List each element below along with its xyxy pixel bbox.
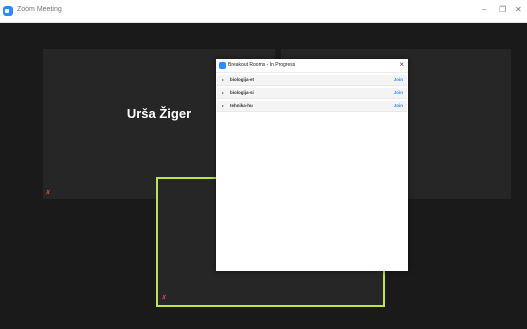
maximize-button[interactable]: ❐: [499, 5, 506, 15]
join-room-button[interactable]: Join: [394, 77, 403, 83]
expand-chevron-icon[interactable]: ▸: [222, 90, 224, 96]
dialog-title: Breakout Rooms - In Progress: [228, 62, 296, 68]
join-room-button[interactable]: Join: [394, 103, 403, 109]
expand-chevron-icon[interactable]: ▸: [222, 103, 224, 109]
join-room-button[interactable]: Join: [394, 90, 403, 96]
breakout-room-row[interactable]: ▸ biologija-si Join: [217, 88, 407, 99]
room-name: biologija-et: [230, 77, 254, 82]
mic-muted-icon: 𝑥: [46, 189, 50, 196]
room-name: tehnika-hu: [230, 103, 253, 108]
zoom-app-icon: [219, 62, 226, 69]
window-titlebar: Zoom Meeting – ❐ ✕: [0, 0, 527, 23]
room-name: biologija-si: [230, 90, 254, 95]
breakout-rooms-dialog: Breakout Rooms - In Progress × ▸ biologi…: [216, 59, 408, 271]
breakout-room-row[interactable]: ▸ tehnika-hu Join: [217, 101, 407, 112]
breakout-room-list: ▸ biologija-et Join ▸ biologija-si Join …: [217, 75, 407, 114]
zoom-app-icon: [3, 6, 13, 16]
dialog-header: Breakout Rooms - In Progress ×: [216, 59, 408, 73]
window-title: Zoom Meeting: [17, 6, 62, 13]
close-window-button[interactable]: ✕: [515, 5, 522, 15]
expand-chevron-icon[interactable]: ▸: [222, 77, 224, 83]
dialog-close-button[interactable]: ×: [399, 60, 404, 70]
minimize-button[interactable]: –: [482, 5, 486, 15]
breakout-room-row[interactable]: ▸ biologija-et Join: [217, 75, 407, 86]
mic-muted-icon: 𝑥: [162, 294, 166, 301]
